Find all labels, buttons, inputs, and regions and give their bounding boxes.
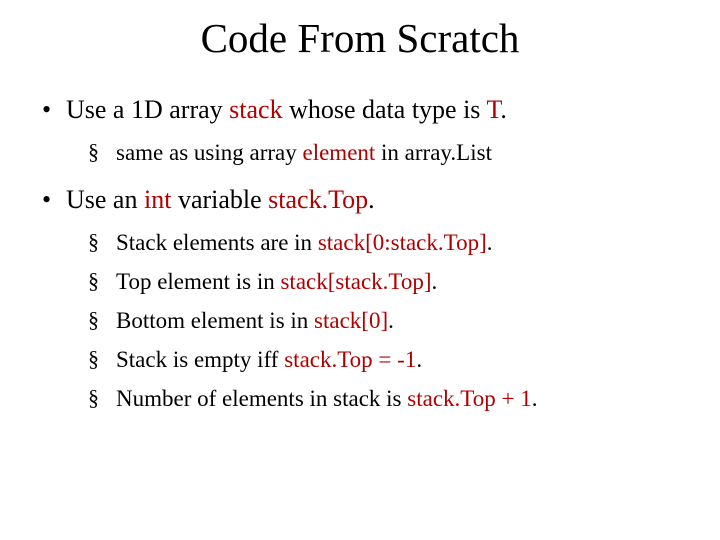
text: . — [416, 347, 422, 372]
text: . — [368, 185, 375, 214]
text: Use an — [66, 185, 144, 214]
slide: Code From Scratch Use a 1D array stack w… — [0, 0, 720, 540]
text: whose data type is — [283, 95, 487, 124]
code: stack.Top = -1 — [284, 347, 416, 372]
text: in array.List — [375, 140, 492, 165]
sub-bullet-2-4: Stack is empty iff stack.Top = -1. — [66, 344, 680, 375]
bullet-1: Use a 1D array stack whose data type is … — [40, 92, 680, 168]
sub-bullet-2-3: Bottom element is in stack[0]. — [66, 305, 680, 336]
slide-title: Code From Scratch — [40, 14, 680, 62]
text: . — [388, 308, 394, 333]
text: . — [487, 230, 493, 255]
text: Number of elements in stack is — [116, 386, 407, 411]
text: Stack elements are in — [116, 230, 318, 255]
text: same as using array — [116, 140, 303, 165]
code: stack[0:stack.Top] — [318, 230, 487, 255]
code: stack[stack.Top] — [280, 269, 431, 294]
code-type-t: T — [486, 95, 500, 124]
sub-bullet-2-1: Stack elements are in stack[0:stack.Top]… — [66, 227, 680, 258]
sub-bullet-2-2: Top element is in stack[stack.Top]. — [66, 266, 680, 297]
text: variable — [171, 185, 268, 214]
text: . — [500, 95, 507, 124]
code-element: element — [303, 140, 376, 165]
text: . — [432, 269, 438, 294]
code: stack[0] — [314, 308, 388, 333]
code-stack: stack — [229, 95, 282, 124]
text: Stack is empty iff — [116, 347, 284, 372]
code: stack.Top + 1 — [407, 386, 531, 411]
text: Top element is in — [116, 269, 280, 294]
text: Use a 1D array — [66, 95, 229, 124]
sub-bullet-1-1: same as using array element in array.Lis… — [66, 137, 680, 168]
text: . — [532, 386, 538, 411]
bullet-2: Use an int variable stack.Top. Stack ele… — [40, 182, 680, 414]
sub-bullet-2-5: Number of elements in stack is stack.Top… — [66, 383, 680, 414]
bullet-list: Use a 1D array stack whose data type is … — [40, 92, 680, 414]
sub-list-2: Stack elements are in stack[0:stack.Top]… — [66, 227, 680, 414]
code-stacktop: stack.Top — [268, 185, 368, 214]
text: Bottom element is in — [116, 308, 314, 333]
code-int: int — [144, 185, 171, 214]
sub-list-1: same as using array element in array.Lis… — [66, 137, 680, 168]
